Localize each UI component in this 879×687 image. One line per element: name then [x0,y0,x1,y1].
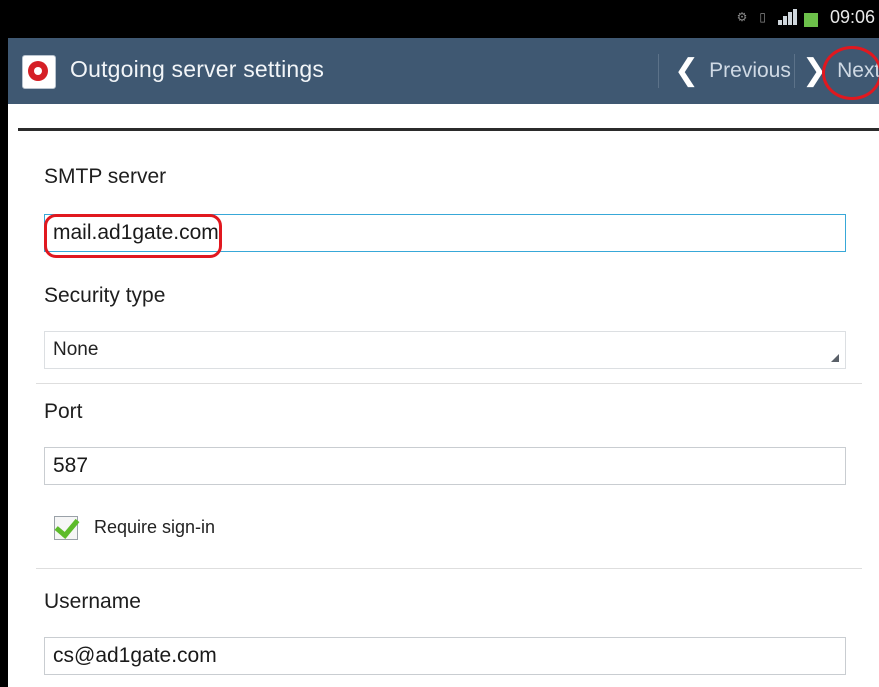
action-bar-divider [658,54,659,88]
port-label: Port [44,400,83,423]
username-value: cs@ad1gate.com [53,644,217,667]
page-title: Outgoing server settings [70,56,325,82]
dropdown-corner-icon [831,354,839,362]
screen: ⚙ ▯ 09:06 Outgoing server settings ❮ Pre… [0,0,879,687]
next-button[interactable]: ❯ Next [802,50,879,92]
screen-border [0,0,8,687]
previous-button[interactable]: ❮ Previous [674,50,791,92]
port-input[interactable]: 587 [44,447,846,485]
sim-icon: ▯ [759,10,766,24]
chevron-left-icon: ❮ [674,54,700,87]
require-signin-label: Require sign-in [94,517,216,537]
checkmark-icon [54,513,80,539]
port-value: 587 [53,454,89,477]
battery-icon [803,13,818,27]
signal-icon [777,9,798,25]
section-divider [36,383,862,384]
action-bar-divider [794,54,795,88]
email-app-icon [22,55,56,89]
require-signin-checkbox[interactable] [54,513,80,540]
next-label: Next [837,59,879,82]
security-type-select[interactable]: None [44,331,846,369]
chevron-right-icon: ❯ [802,54,828,87]
security-type-value: None [53,339,99,360]
security-type-label: Security type [44,284,166,307]
settings-icon: ⚙ [736,10,748,24]
previous-label: Previous [709,59,791,82]
section-divider [36,568,862,569]
username-input[interactable]: cs@ad1gate.com [44,637,846,675]
smtp-server-value: mail.ad1gate.com [53,221,219,244]
action-bar: Outgoing server settings ❮ Previous ❯ Ne… [8,38,879,104]
smtp-server-input[interactable]: mail.ad1gate.com [44,214,846,252]
status-icons: ⚙ ▯ 09:06 [737,4,875,30]
status-time: 09:06 [829,6,875,27]
status-bar: ⚙ ▯ 09:06 [8,0,879,38]
username-label: Username [44,590,141,613]
content-top-divider [18,128,879,131]
smtp-server-label: SMTP server [44,165,167,188]
